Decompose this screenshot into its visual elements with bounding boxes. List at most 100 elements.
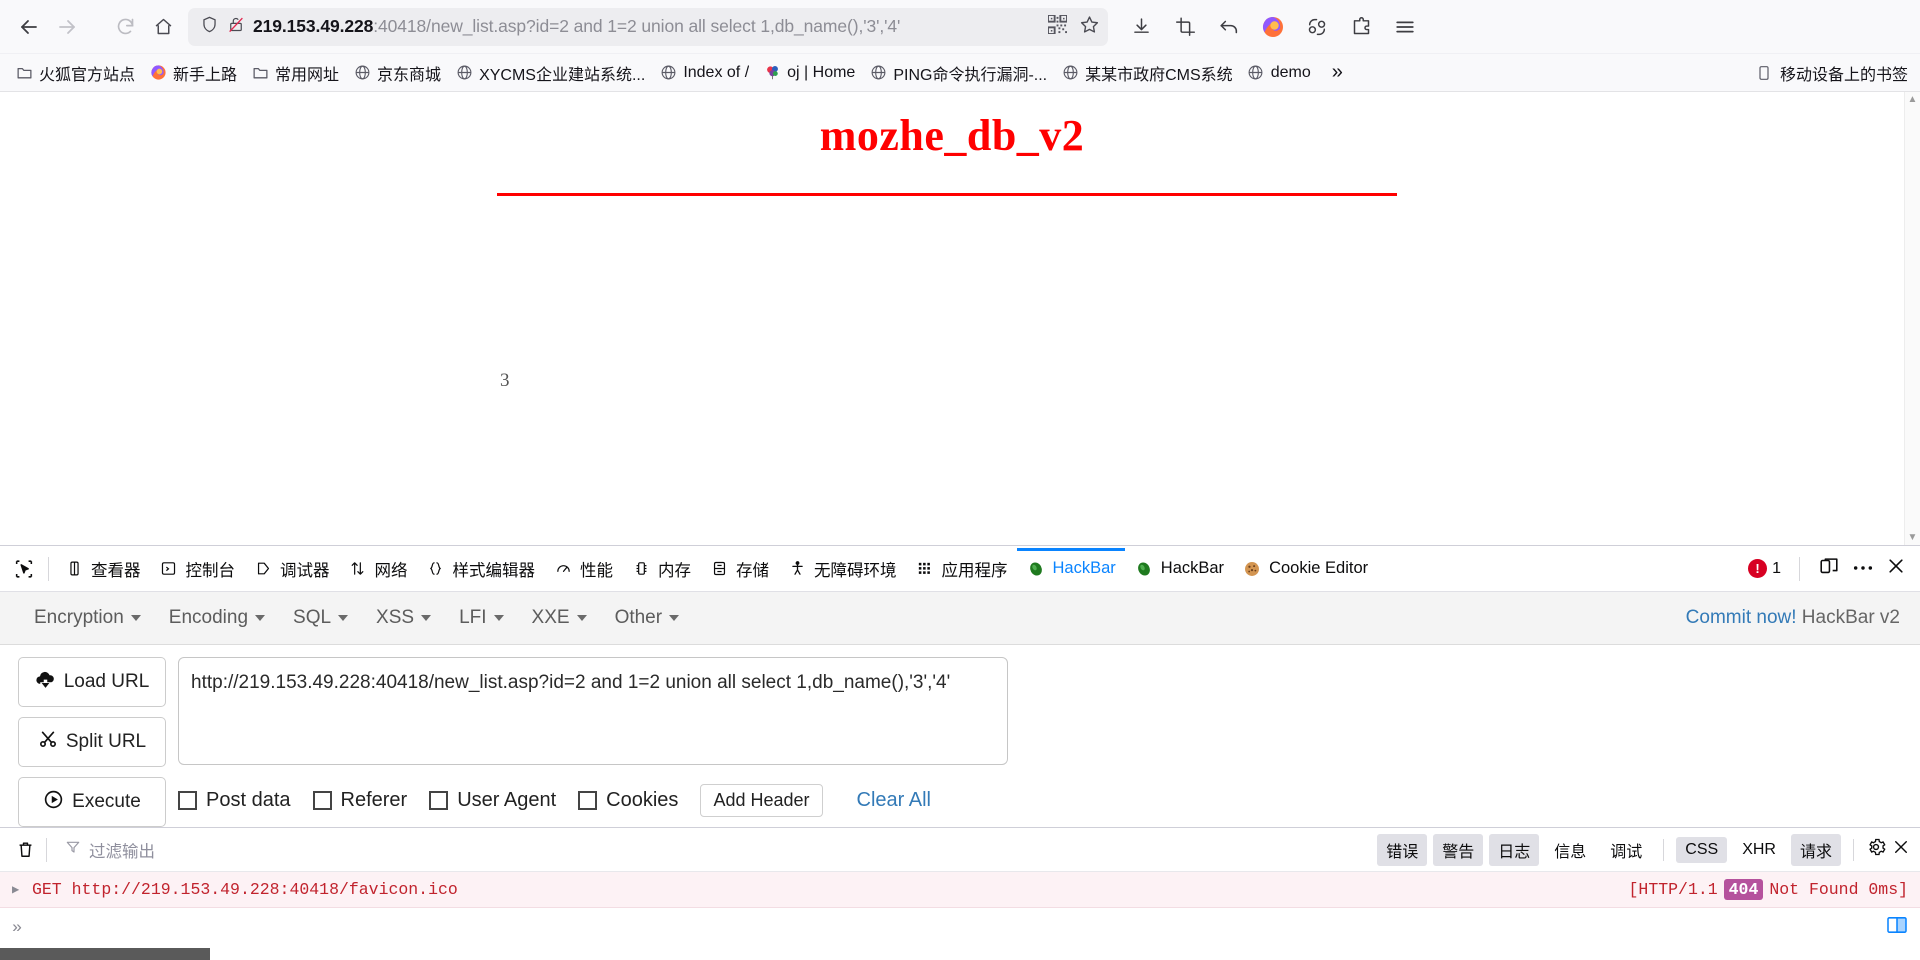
console-filter-logs[interactable]: 日志 [1489,833,1540,866]
url-text[interactable]: 219.153.49.228:40418/new_list.asp?id=2 a… [253,16,1038,37]
checkbox-icon[interactable] [178,791,197,810]
devtools-more-icon[interactable] [1852,559,1874,578]
clear-console-icon[interactable] [10,840,40,859]
checkbox-icon[interactable] [429,791,449,810]
address-bar[interactable]: 219.153.49.228:40418/new_list.asp?id=2 a… [188,7,1108,46]
load-url-button[interactable]: Load URL [18,657,166,707]
devtools-tab-style-editor[interactable]: 样式编辑器 [417,546,545,591]
bookmarks-overflow-button[interactable]: » [1324,61,1351,84]
console-filter-requests[interactable]: 请求 [1790,833,1841,866]
devtools-tab-hackbar-active[interactable]: HackBar [1017,546,1125,591]
page-scrollbar[interactable]: ▲ ▼ [1904,92,1920,545]
devtools-tab-memory[interactable]: 内存 [622,546,700,591]
extensions-icon[interactable] [1342,8,1380,46]
bookmark-item-0[interactable]: 火狐官方站点 [8,58,142,88]
window-bottom-strip [0,948,1920,960]
devtools-tab-debugger[interactable]: 调试器 [244,546,339,591]
hackbar-menu-xxe[interactable]: XXE [518,601,601,635]
hackbar-menu-xss[interactable]: XSS [362,601,445,635]
bookmark-item-6[interactable]: oj | Home [756,61,862,85]
hackbar-menu-encoding[interactable]: Encoding [155,601,279,635]
console-filter-debug[interactable]: 调试 [1601,834,1651,866]
checkbox-icon[interactable] [578,791,598,810]
hackbar-options-row: Post data Referer User Agent Cookies Add… [178,770,1008,817]
devtools-tab-label: 无障碍环境 [814,561,897,580]
console-filter-info[interactable]: 信息 [1545,834,1595,866]
globe-icon [659,64,677,82]
element-picker-icon[interactable] [6,551,42,587]
devtools-tab-application[interactable]: 应用程序 [906,546,1017,591]
back-button[interactable] [10,8,48,46]
app-menu-icon[interactable] [1386,8,1424,46]
scroll-up-arrow[interactable]: ▲ [1908,92,1918,107]
console-filter-warnings[interactable]: 警告 [1433,833,1484,866]
devtools-tab-console[interactable]: 控制台 [150,546,245,591]
screenshot-icon[interactable] [1166,8,1204,46]
console-filter-buttons: 错误 警告 日志 信息 调试 CSS XHR 请求 [1377,833,1910,866]
devtools-tab-inspector[interactable]: 查看器 [55,546,150,591]
lock-broken-icon[interactable] [227,15,245,39]
cookies-checkbox[interactable]: Cookies [578,789,678,812]
devtools-tab-accessibility[interactable]: 无障碍环境 [778,546,906,591]
chevron-down-icon [338,615,349,621]
hackbar-url-textarea[interactable] [178,657,1008,765]
bookmark-item-2[interactable]: 常用网址 [244,58,346,88]
reload-button[interactable] [106,8,144,46]
bookmark-item-5[interactable]: Index of / [652,61,756,85]
add-header-button[interactable]: Add Header [700,784,823,817]
console-filter-css[interactable]: CSS [1676,836,1728,863]
execute-button[interactable]: Execute [18,777,166,827]
home-button[interactable] [144,8,182,46]
checkbox-icon[interactable] [312,791,332,810]
hackbar-menu-lfi[interactable]: LFI [445,601,517,635]
qr-code-icon[interactable] [1047,13,1068,39]
user-agent-checkbox[interactable]: User Agent [429,789,556,812]
bookmark-label: 京东商城 [377,66,442,84]
bookmark-star-icon[interactable] [1079,14,1100,40]
console-filter-errors[interactable]: 错误 [1377,833,1428,866]
checkbox-label: Post data [206,789,291,811]
devtools-error-count[interactable]: ! 1 [1748,559,1781,578]
dock-toolbox-icon[interactable] [1818,555,1840,582]
console-row[interactable]: ▶ GET http://219.153.49.228:40418/favico… [0,872,1920,908]
bookmark-item-9[interactable]: demo [1240,61,1318,85]
forward-button[interactable] [48,8,86,46]
console-command-input[interactable]: » [0,908,1920,948]
hackbar-menu-sql[interactable]: SQL [279,601,362,635]
download-icon[interactable] [1122,8,1160,46]
console-filter-xhr[interactable]: XHR [1733,837,1785,863]
hackbar-version: HackBar v2 [1801,607,1900,628]
scroll-down-arrow[interactable]: ▼ [1908,530,1918,545]
bookmark-item-4[interactable]: XYCMS企业建站系统... [448,58,652,88]
hackbar-menu-other[interactable]: Other [601,601,694,635]
bookmark-item-3[interactable]: 京东商城 [346,58,448,88]
console-editor-toggle-icon[interactable] [1886,916,1908,940]
devtools-tab-storage[interactable]: 存储 [700,546,778,591]
firefox-account-icon[interactable] [1254,8,1292,46]
console-close-icon[interactable] [1892,838,1910,861]
devtools-close-icon[interactable] [1886,556,1906,581]
devtools-tab-performance[interactable]: 性能 [544,546,622,591]
expand-arrow-icon[interactable]: ▶ [12,882,32,897]
bookmark-item-1[interactable]: 新手上路 [142,58,244,88]
commit-now-link[interactable]: Commit now! [1686,607,1797,628]
mobile-bookmarks-label[interactable]: 移动设备上的书签 [1780,61,1908,85]
menu-label: Other [614,607,663,628]
undo-icon[interactable] [1210,8,1248,46]
clear-all-button[interactable]: Clear All [845,789,931,812]
console-filter-input[interactable]: 过滤输出 [53,838,1377,862]
bookmark-item-8[interactable]: 某某市政府CMS系统 [1054,58,1240,88]
hackbar-menu-encryption[interactable]: Encryption [20,601,155,635]
console-settings-icon[interactable] [1866,837,1886,862]
bookmark-item-7[interactable]: PING命令执行漏洞-... [862,58,1054,88]
checkbox-label: Cookies [606,789,679,811]
split-url-button[interactable]: Split URL [18,717,166,767]
devtools-tab-cookie-editor[interactable]: Cookie Editor [1233,546,1377,591]
devtools-tab-hackbar[interactable]: HackBar [1125,546,1233,591]
devtools-tab-network[interactable]: 网络 [339,546,417,591]
chevron-down-icon [576,615,587,621]
post-data-checkbox[interactable]: Post data [178,789,291,812]
referer-checkbox[interactable]: Referer [312,789,407,812]
sync-icon[interactable] [1298,8,1336,46]
status-code-badge: 404 [1723,879,1764,900]
